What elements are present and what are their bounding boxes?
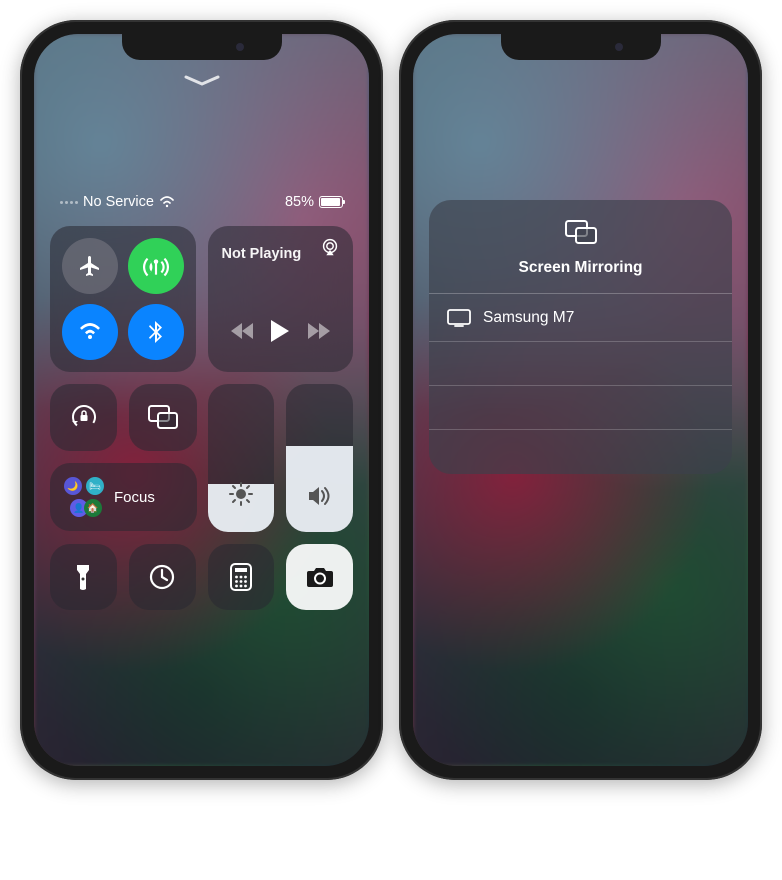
media-module[interactable]: Not Playing xyxy=(208,226,354,372)
brightness-slider[interactable] xyxy=(208,384,275,532)
flashlight-icon xyxy=(75,563,91,591)
screen-mirroring-icon xyxy=(563,218,599,246)
forward-button[interactable] xyxy=(307,322,331,345)
mirror-empty-row xyxy=(429,386,732,430)
timer-icon xyxy=(148,563,176,591)
rewind-button[interactable] xyxy=(230,322,254,345)
signal-dots-icon xyxy=(60,201,78,204)
volume-icon xyxy=(307,485,333,512)
mirror-panel-title: Screen Mirroring xyxy=(429,259,732,277)
device-name: Samsung M7 xyxy=(483,309,574,327)
bluetooth-button[interactable] xyxy=(128,304,184,360)
volume-slider[interactable] xyxy=(286,384,353,532)
calculator-icon xyxy=(230,563,252,591)
phone-frame-left: No Service 85% xyxy=(20,20,383,780)
calculator-button[interactable] xyxy=(208,544,275,611)
notch xyxy=(501,34,661,60)
play-button[interactable] xyxy=(270,319,290,348)
airplay-audio-button[interactable] xyxy=(319,236,341,263)
phone-frame-right: Screen Mirroring Samsung M7 xyxy=(399,20,762,780)
orientation-lock-icon xyxy=(69,402,99,432)
focus-label: Focus xyxy=(114,489,155,506)
battery-icon xyxy=(319,196,343,208)
notch xyxy=(122,34,282,60)
wifi-button[interactable] xyxy=(62,304,118,360)
camera-icon xyxy=(305,565,335,589)
screen-right: Screen Mirroring Samsung M7 xyxy=(413,34,748,766)
screen-left: No Service 85% xyxy=(34,34,369,766)
mirror-device-list: Samsung M7 xyxy=(429,293,732,474)
mirror-empty-row xyxy=(429,430,732,474)
dismiss-chevron[interactable] xyxy=(184,74,220,92)
screen-mirroring-icon xyxy=(147,404,179,430)
wifi-status-icon xyxy=(159,196,175,208)
house-icon: 🏠 xyxy=(84,499,102,517)
battery-percent: 85% xyxy=(285,194,314,210)
mirror-empty-row xyxy=(429,342,732,386)
forward-icon xyxy=(307,322,331,340)
bed-icon: 🛏 xyxy=(86,477,104,495)
focus-button[interactable]: 🌙 🛏 👤 🏠 Focus xyxy=(50,463,197,531)
screen-mirroring-panel: Screen Mirroring Samsung M7 xyxy=(429,200,732,474)
flashlight-button[interactable] xyxy=(50,544,117,611)
carrier-label: No Service xyxy=(83,194,154,210)
bluetooth-icon xyxy=(149,320,163,344)
wifi-icon xyxy=(77,322,103,342)
mirror-device-item[interactable]: Samsung M7 xyxy=(429,294,732,342)
cellular-data-button[interactable] xyxy=(128,238,184,294)
connectivity-module[interactable] xyxy=(50,226,196,372)
status-bar: No Service 85% xyxy=(50,194,353,210)
timer-button[interactable] xyxy=(129,544,196,611)
screen-mirroring-button[interactable] xyxy=(129,384,196,451)
focus-icons-cluster: 🌙 🛏 👤 🏠 xyxy=(64,477,104,517)
airplane-icon xyxy=(78,254,102,278)
tv-icon xyxy=(447,309,471,327)
play-icon xyxy=(270,319,290,343)
rewind-icon xyxy=(230,322,254,340)
camera-button[interactable] xyxy=(286,544,353,611)
brightness-icon xyxy=(228,481,254,512)
airplane-mode-button[interactable] xyxy=(62,238,118,294)
cellular-antenna-icon xyxy=(143,253,169,279)
airplay-icon xyxy=(319,236,341,258)
orientation-lock-button[interactable] xyxy=(50,384,117,451)
moon-icon: 🌙 xyxy=(64,477,82,495)
